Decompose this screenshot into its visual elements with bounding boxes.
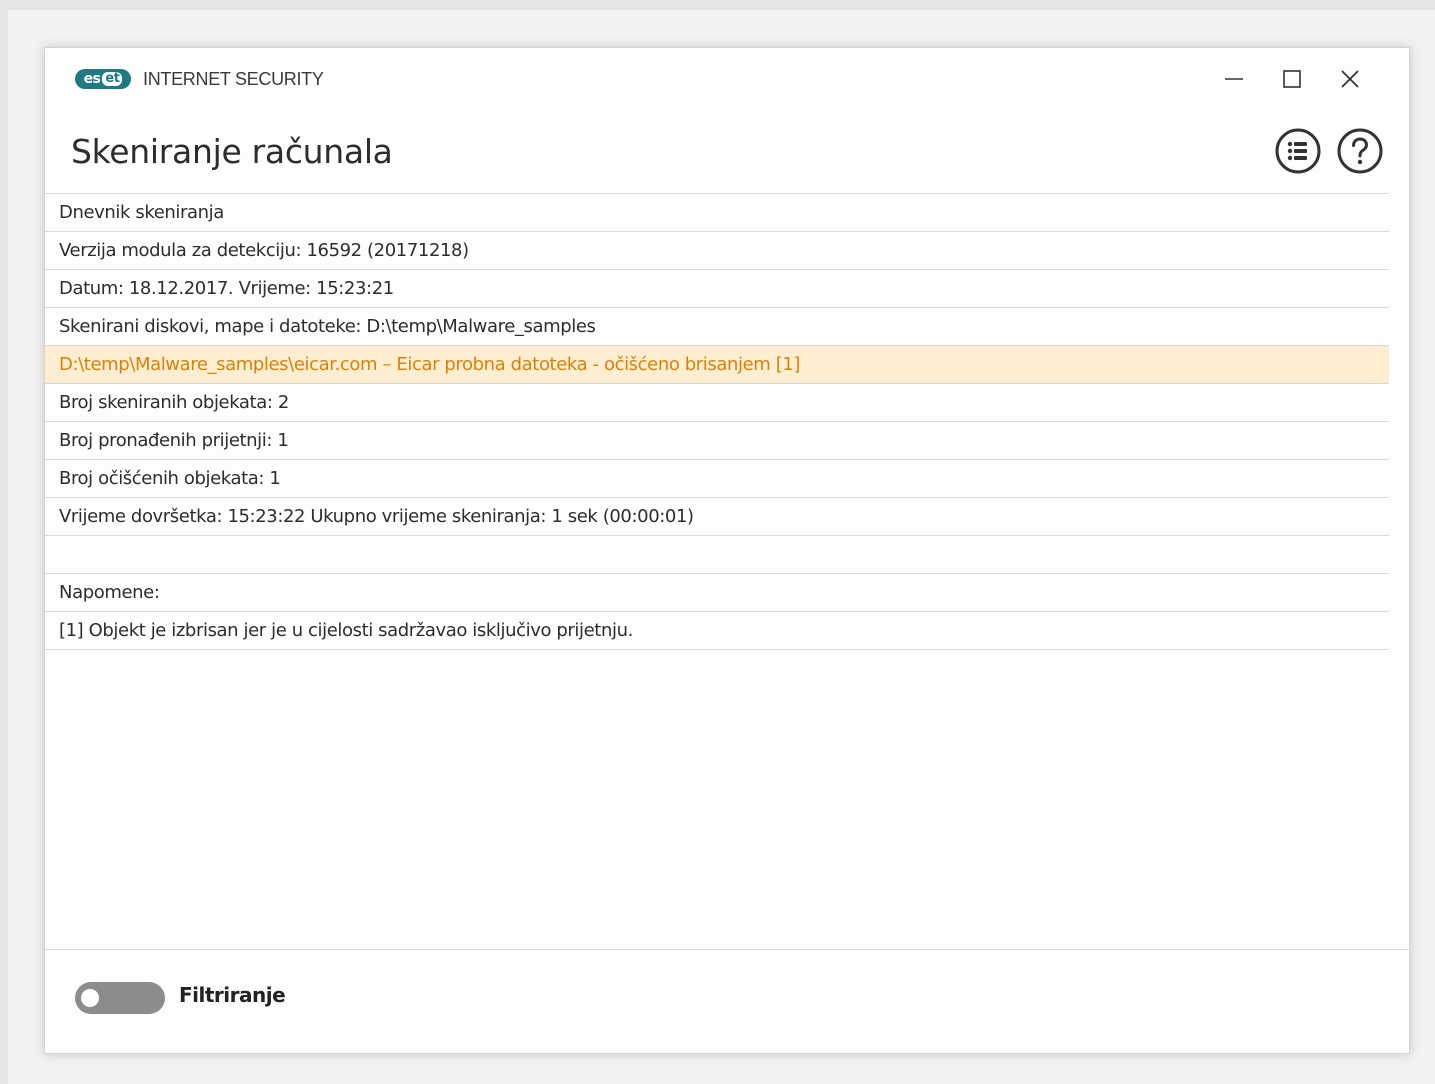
log-row[interactable]: Skenirani diskovi, mape i datoteke: D:\t… bbox=[45, 308, 1389, 346]
toggle-knob bbox=[81, 989, 99, 1007]
menu-button[interactable] bbox=[1275, 128, 1321, 174]
scan-log: Dnevnik skeniranja Verzija modula za det… bbox=[45, 193, 1389, 650]
eset-logo: es et INTERNET SECURITY bbox=[75, 68, 324, 90]
log-row[interactable]: Dnevnik skeniranja bbox=[45, 194, 1389, 232]
title-bar: es et INTERNET SECURITY bbox=[45, 48, 1409, 108]
eset-logo-badge: es et bbox=[75, 69, 131, 89]
log-row-empty[interactable] bbox=[45, 536, 1389, 574]
page-header: Skeniranje računala bbox=[45, 120, 1409, 192]
logo-text-et: et bbox=[102, 72, 123, 86]
log-row[interactable]: Datum: 18.12.2017. Vrijeme: 15:23:21 bbox=[45, 270, 1389, 308]
header-actions bbox=[1275, 128, 1383, 174]
log-row[interactable]: Vrijeme dovršetka: 15:23:22 Ukupno vrije… bbox=[45, 498, 1389, 536]
maximize-button[interactable] bbox=[1263, 64, 1321, 94]
minimize-icon bbox=[1225, 78, 1243, 80]
help-button[interactable] bbox=[1337, 128, 1383, 174]
footer-bar: Filtriranje bbox=[45, 949, 1409, 1053]
product-name: INTERNET SECURITY bbox=[143, 68, 324, 89]
filter-toggle[interactable] bbox=[75, 982, 165, 1014]
minimize-button[interactable] bbox=[1205, 64, 1263, 94]
log-row[interactable]: [1] Objekt je izbrisan jer je u cijelost… bbox=[45, 612, 1389, 650]
filter-label: Filtriranje bbox=[179, 983, 286, 1007]
log-row[interactable]: Broj očišćenih objekata: 1 bbox=[45, 460, 1389, 498]
logo-text-es: es bbox=[83, 71, 101, 87]
close-icon bbox=[1341, 70, 1359, 88]
close-button[interactable] bbox=[1321, 64, 1379, 94]
log-row[interactable]: Broj pronađenih prijetnji: 1 bbox=[45, 422, 1389, 460]
log-row[interactable]: Napomene: bbox=[45, 574, 1389, 612]
log-row[interactable]: Broj skeniranih objekata: 2 bbox=[45, 384, 1389, 422]
log-row-detection[interactable]: D:\temp\Malware_samples\eicar.com – Eica… bbox=[45, 346, 1389, 384]
log-row[interactable]: Verzija modula za detekciju: 16592 (2017… bbox=[45, 232, 1389, 270]
page-title: Skeniranje računala bbox=[71, 132, 393, 171]
app-window: es et INTERNET SECURITY Skeniranje račun… bbox=[44, 47, 1410, 1054]
maximize-icon bbox=[1283, 70, 1301, 88]
help-icon bbox=[1337, 128, 1383, 174]
list-icon bbox=[1275, 128, 1321, 174]
window-controls bbox=[1205, 64, 1379, 94]
